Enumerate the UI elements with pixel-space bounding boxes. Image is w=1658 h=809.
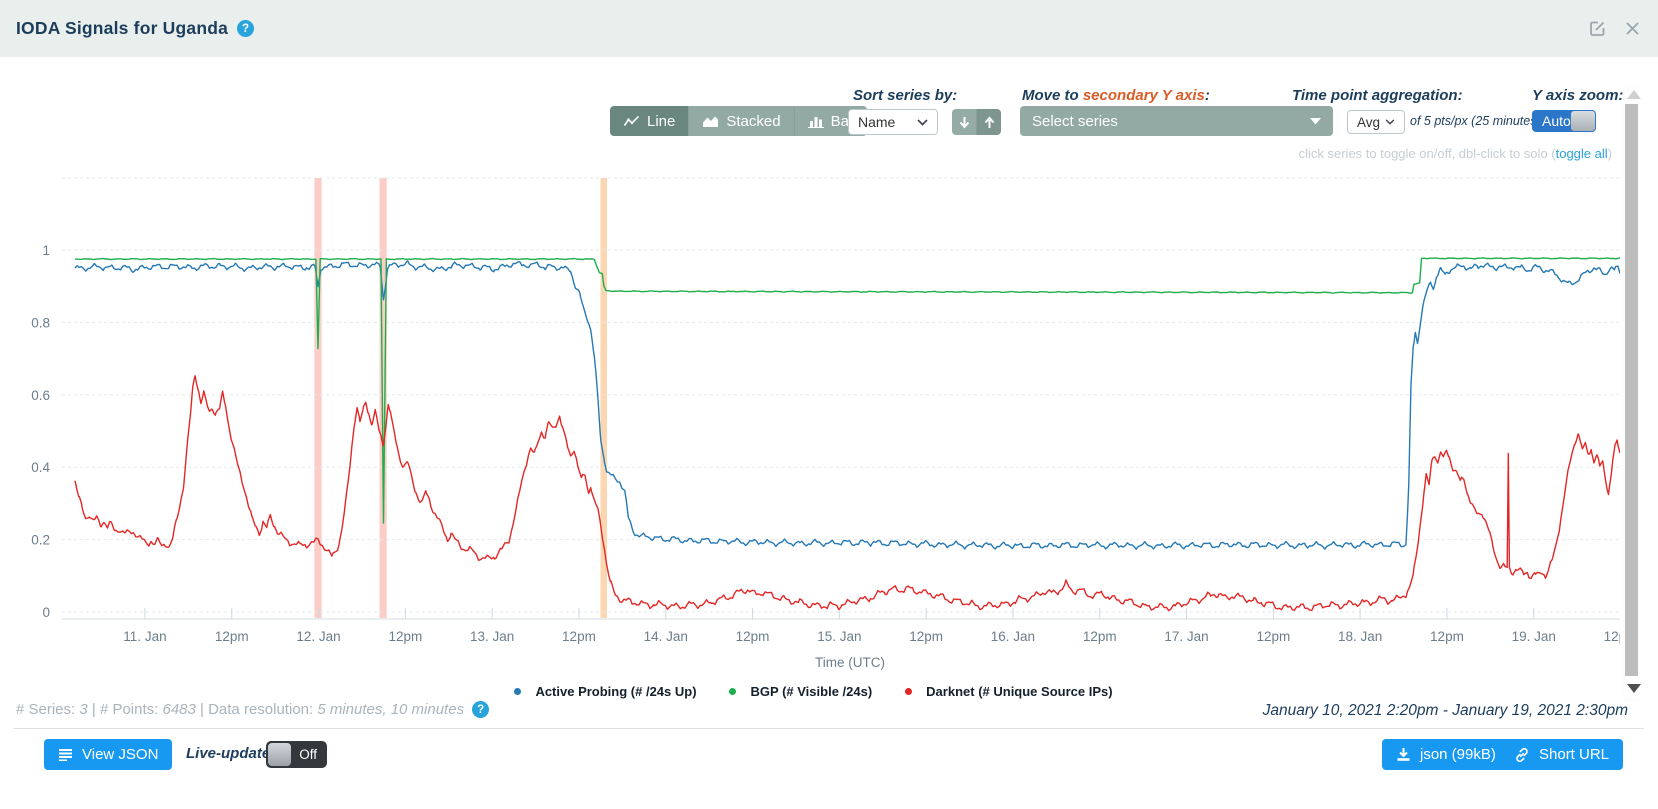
window-header: IODA Signals for Uganda ? xyxy=(0,0,1658,57)
legend-marker-icon xyxy=(507,691,527,693)
svg-text:12pm: 12pm xyxy=(1256,629,1290,644)
list-icon xyxy=(58,748,73,761)
svg-text:12pm: 12pm xyxy=(909,629,943,644)
legend-marker-icon xyxy=(723,691,743,693)
toggle-all-link[interactable]: toggle all xyxy=(1556,146,1608,161)
svg-text:12. Jan: 12. Jan xyxy=(296,629,340,644)
svg-text:0.2: 0.2 xyxy=(31,533,50,548)
y-axis-zoom-label: Y axis zoom: xyxy=(1532,87,1623,104)
time-aggregation-label: Time point aggregation: xyxy=(1292,87,1463,104)
caret-down-icon xyxy=(1310,118,1321,125)
close-icon[interactable] xyxy=(1622,19,1642,39)
date-range-text: January 10, 2021 2:20pm - January 19, 20… xyxy=(1263,702,1628,720)
edit-icon[interactable] xyxy=(1587,19,1607,39)
toggle-handle[interactable] xyxy=(1571,111,1595,131)
link-icon xyxy=(1514,747,1530,763)
svg-text:12pm: 12pm xyxy=(1083,629,1117,644)
svg-text:0: 0 xyxy=(42,605,50,620)
resolution-help-icon[interactable]: ? xyxy=(472,701,489,718)
svg-text:12pm: 12pm xyxy=(562,629,596,644)
page-title: IODA Signals for Uganda xyxy=(16,18,228,39)
svg-text:0.4: 0.4 xyxy=(31,460,50,475)
scrollbar-up-arrow-icon[interactable] xyxy=(1627,90,1641,99)
short-url-button[interactable]: Short URL xyxy=(1500,739,1623,770)
title-help-icon[interactable]: ? xyxy=(237,20,254,37)
chart-type-line-button[interactable]: Line xyxy=(610,106,689,136)
sort-descending-button[interactable] xyxy=(952,109,977,135)
svg-text:Time (UTC): Time (UTC) xyxy=(815,655,885,670)
y-axis-zoom-toggle[interactable]: Auto xyxy=(1532,110,1596,132)
download-json-button[interactable]: json (99kB) xyxy=(1382,739,1510,770)
sort-direction-buttons xyxy=(952,109,1001,135)
footer-divider xyxy=(14,728,1644,729)
live-update-label: Live-update: xyxy=(186,745,275,762)
legend-item-darknet[interactable]: Darknet (# Unique Source IPs) xyxy=(898,684,1112,699)
svg-text:12pm: 12pm xyxy=(388,629,422,644)
line-chart-icon xyxy=(623,115,640,128)
stacked-area-icon xyxy=(702,115,719,128)
select-series-dropdown[interactable]: Select series xyxy=(1020,106,1333,136)
chart-type-toggle: Line Stacked Bar xyxy=(610,106,867,136)
chart-legend: Active Probing (# /24s Up) BGP (# Visibl… xyxy=(0,684,1620,699)
svg-text:17. Jan: 17. Jan xyxy=(1164,629,1208,644)
svg-text:12pm: 12pm xyxy=(736,629,770,644)
legend-item-bgp[interactable]: BGP (# Visible /24s) xyxy=(723,684,873,699)
live-update-toggle[interactable]: Off xyxy=(266,741,327,768)
sort-ascending-button[interactable] xyxy=(977,109,1001,135)
toggle-handle xyxy=(268,743,291,766)
legend-item-active-probing[interactable]: Active Probing (# /24s Up) xyxy=(507,684,696,699)
sort-series-select[interactable]: Name xyxy=(848,109,938,135)
scrollbar-thumb[interactable] xyxy=(1625,104,1638,676)
move-secondary-axis-label: Move to secondary Y axis: xyxy=(1022,87,1210,104)
svg-text:0.6: 0.6 xyxy=(31,388,50,403)
view-json-button[interactable]: View JSON xyxy=(44,739,172,770)
svg-text:14. Jan: 14. Jan xyxy=(644,629,688,644)
series-toggle-hint: click series to toggle on/off, dbl-click… xyxy=(1299,146,1612,161)
download-icon xyxy=(1396,747,1411,762)
series-stats: # Series: 3 | # Points: 6483 | Data reso… xyxy=(16,701,489,718)
aggregation-function-select[interactable]: Avg xyxy=(1347,110,1405,134)
svg-text:11. Jan: 11. Jan xyxy=(123,629,166,644)
svg-text:12pm: 12pm xyxy=(215,629,249,644)
chart-type-stacked-button[interactable]: Stacked xyxy=(689,106,794,136)
chevron-down-icon xyxy=(917,119,928,126)
arrow-down-icon xyxy=(959,116,970,129)
svg-text:15. Jan: 15. Jan xyxy=(817,629,861,644)
bar-chart-icon xyxy=(808,115,824,128)
arrow-up-icon xyxy=(984,116,995,129)
svg-text:12pm: 12pm xyxy=(1430,629,1464,644)
sort-series-label: Sort series by: xyxy=(853,87,957,104)
scrollbar-track[interactable] xyxy=(1623,86,1639,702)
scrollbar xyxy=(1620,86,1658,702)
svg-text:13. Jan: 13. Jan xyxy=(470,629,514,644)
aggregation-detail-text: of 5 pts/px (25 minutes) xyxy=(1410,114,1541,128)
legend-marker-icon xyxy=(898,691,918,693)
svg-text:0.8: 0.8 xyxy=(31,315,50,330)
svg-text:18. Jan: 18. Jan xyxy=(1338,629,1382,644)
scrollbar-down-arrow-icon[interactable] xyxy=(1627,684,1641,693)
svg-text:19. Jan: 19. Jan xyxy=(1512,629,1556,644)
svg-text:1: 1 xyxy=(42,243,50,258)
chevron-down-icon xyxy=(1385,119,1395,125)
svg-text:16. Jan: 16. Jan xyxy=(991,629,1035,644)
ioda-signals-widget: 0 0.2 0.4 0.6 0.8 1 11. Jan 12pm 12. Jan 12pm 13. … xyxy=(0,0,1658,809)
